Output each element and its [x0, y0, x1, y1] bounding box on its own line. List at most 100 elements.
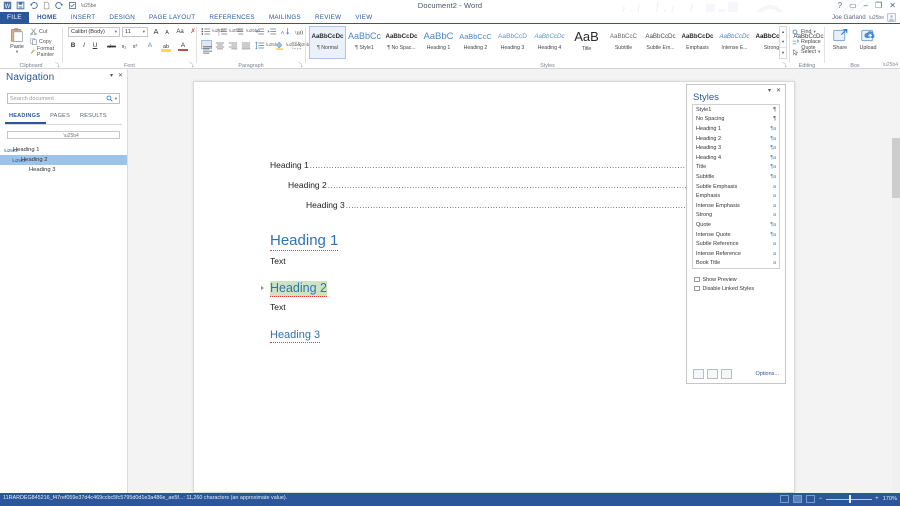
style-gallery-item-heading-2[interactable]: AaBbCcC Heading 2: [457, 26, 494, 59]
heading-1-text[interactable]: Heading 1: [270, 232, 338, 251]
text-effects-button[interactable]: A: [145, 41, 155, 51]
format-painter-button[interactable]: Format Painter: [30, 47, 62, 56]
nav-tab-results[interactable]: RESULTS: [76, 111, 113, 124]
underline-button[interactable]: U: [90, 41, 100, 51]
align-right-icon[interactable]: [228, 41, 238, 50]
style-gallery-item-no-spacing[interactable]: AaBbCcDc ¶ No Spac...: [383, 26, 420, 59]
search-options-caret-icon[interactable]: ▾: [115, 96, 117, 102]
styles-dialog-launcher[interactable]: ⤵: [782, 62, 787, 69]
new-style-icon[interactable]: [693, 369, 704, 379]
zoom-out-button[interactable]: −: [819, 495, 823, 503]
align-center-icon[interactable]: [215, 41, 225, 50]
tab-page-layout[interactable]: PAGE LAYOUT: [142, 12, 202, 24]
gallery-scroll-down-icon[interactable]: ▾: [780, 37, 786, 47]
style-gallery-item-title[interactable]: AaB Title: [568, 26, 605, 59]
ribbon-display-options-icon[interactable]: ▭: [849, 1, 857, 10]
nav-tab-pages[interactable]: PAGES: [46, 111, 76, 124]
tab-review[interactable]: REVIEW: [308, 12, 348, 24]
document-scroll-area[interactable]: Heading 1 ..............................…: [128, 69, 900, 493]
heading-2-block[interactable]: Heading 2: [270, 279, 740, 297]
styles-pane-item[interactable]: No Spacing¶: [693, 115, 779, 125]
checkbox-box-icon[interactable]: [694, 277, 700, 283]
account-avatar-icon[interactable]: [887, 13, 896, 22]
print-layout-view-button[interactable]: [793, 495, 802, 503]
style-gallery-item-normal[interactable]: AaBbCcDc ¶ Normal: [309, 26, 346, 59]
font-family-caret-icon[interactable]: ▾: [115, 29, 117, 35]
toc-entry[interactable]: Heading 2 ..............................…: [288, 180, 752, 190]
navigation-scroll-strip[interactable]: \u25b4: [7, 131, 120, 139]
styles-pane-item[interactable]: Intense Referencea: [693, 249, 779, 259]
tab-design[interactable]: DESIGN: [102, 12, 142, 24]
styles-pane-item[interactable]: Heading 3¶a: [693, 143, 779, 153]
paste-button[interactable]: Paste ▾: [4, 27, 30, 54]
bold-button[interactable]: B: [68, 41, 78, 51]
font-size-caret-icon[interactable]: ▾: [143, 29, 145, 35]
styles-pane-item[interactable]: Quote¶a: [693, 220, 779, 230]
style-gallery-item-heading-4[interactable]: AaBbCcDc Heading 4: [531, 26, 568, 59]
shading-icon[interactable]: [275, 41, 285, 50]
document-vertical-scrollbar[interactable]: [892, 138, 900, 506]
collapse-triangle-icon[interactable]: [261, 286, 264, 290]
styles-pane-item[interactable]: Stronga: [693, 211, 779, 221]
tab-view[interactable]: VIEW: [348, 12, 379, 24]
cut-button[interactable]: Cut: [30, 27, 62, 36]
styles-pane-close-icon[interactable]: ✕: [776, 88, 781, 95]
subscript-button[interactable]: x₂: [119, 42, 129, 52]
italic-button[interactable]: I: [79, 41, 89, 51]
window-controls[interactable]: ? ▭ – ❐ ✕: [838, 1, 896, 10]
strikethrough-button[interactable]: abc: [105, 42, 118, 52]
font-color-button[interactable]: A: [178, 41, 188, 51]
decrease-indent-icon[interactable]: [255, 27, 265, 36]
show-preview-checkbox[interactable]: Show Preview: [694, 275, 778, 284]
increase-indent-icon[interactable]: [267, 27, 277, 36]
zoom-slider[interactable]: − +: [819, 495, 879, 503]
paragraph-dialog-launcher[interactable]: ⤵: [298, 62, 303, 69]
text-highlight-button[interactable]: ab: [161, 42, 171, 52]
styles-gallery[interactable]: AaBbCcDc ¶ Normal AaBbCc ¶ Style1 AaBbCc…: [309, 26, 827, 59]
font-family-combobox[interactable]: Calibri (Body) ▾: [68, 27, 120, 37]
manage-styles-icon[interactable]: [721, 369, 732, 379]
zoom-level-label[interactable]: 170%: [883, 496, 897, 502]
close-button[interactable]: ✕: [889, 1, 896, 10]
nav-heading-1[interactable]: \u25e2 Heading 1: [0, 145, 127, 155]
heading-3-text[interactable]: Heading 3: [270, 328, 320, 343]
replace-button[interactable]: Replace: [792, 37, 821, 47]
document-body[interactable]: Heading 1 Text Heading 2 Text Heading 3: [270, 232, 740, 345]
tab-home[interactable]: HOME: [30, 12, 64, 24]
web-layout-view-button[interactable]: [806, 495, 815, 503]
nav-tab-headings[interactable]: HEADINGS: [5, 111, 46, 124]
zoom-in-button[interactable]: +: [875, 495, 879, 503]
style-gallery-item-emphasis[interactable]: AaBbCcDc Emphasis: [679, 26, 716, 59]
restore-button[interactable]: ❐: [875, 1, 882, 10]
styles-pane-item[interactable]: Heading 2¶a: [693, 134, 779, 144]
tab-mailings[interactable]: MAILINGS: [262, 12, 308, 24]
disable-linked-styles-checkbox[interactable]: Disable Linked Styles: [694, 284, 778, 293]
find-button[interactable]: Find ▾: [792, 27, 821, 37]
styles-pane-collapse-icon[interactable]: ▾: [768, 88, 771, 95]
checkbox-box-icon[interactable]: [694, 286, 700, 292]
heading-1-block[interactable]: Heading 1: [270, 232, 740, 251]
read-mode-view-button[interactable]: [780, 495, 789, 503]
navigation-collapse-icon[interactable]: ▾: [110, 73, 113, 80]
find-caret-icon[interactable]: ▾: [814, 29, 816, 35]
account-caret-icon[interactable]: \u25be: [869, 15, 884, 21]
scrollbar-thumb[interactable]: [892, 138, 900, 198]
grow-font-button[interactable]: A: [151, 27, 161, 37]
paragraph-text-1[interactable]: Text: [270, 255, 740, 267]
style-gallery-item-heading-3[interactable]: AaBbCcD Heading 3: [494, 26, 531, 59]
upload-button[interactable]: Upload: [855, 25, 881, 51]
change-case-button[interactable]: Aa: [173, 27, 187, 37]
styles-pane-item[interactable]: Subtle Referencea: [693, 239, 779, 249]
style-inspector-icon[interactable]: [707, 369, 718, 379]
styles-pane-item[interactable]: Intense Quote¶a: [693, 230, 779, 240]
styles-pane-item[interactable]: List Paragraph¶: [693, 268, 779, 269]
gallery-scroll-up-icon[interactable]: ▴: [780, 27, 786, 37]
table-of-contents[interactable]: Heading 1 ..............................…: [270, 160, 752, 220]
expand-triangle-icon[interactable]: \u25e2: [4, 148, 11, 153]
help-icon[interactable]: ?: [838, 1, 842, 10]
styles-pane-item[interactable]: Subtle Emphasisa: [693, 182, 779, 192]
navigation-header-buttons[interactable]: ▾ ✕: [110, 73, 123, 80]
superscript-button[interactable]: x²: [130, 42, 140, 52]
styles-pane-item[interactable]: Emphasisa: [693, 191, 779, 201]
zoom-thumb[interactable]: [849, 495, 851, 503]
